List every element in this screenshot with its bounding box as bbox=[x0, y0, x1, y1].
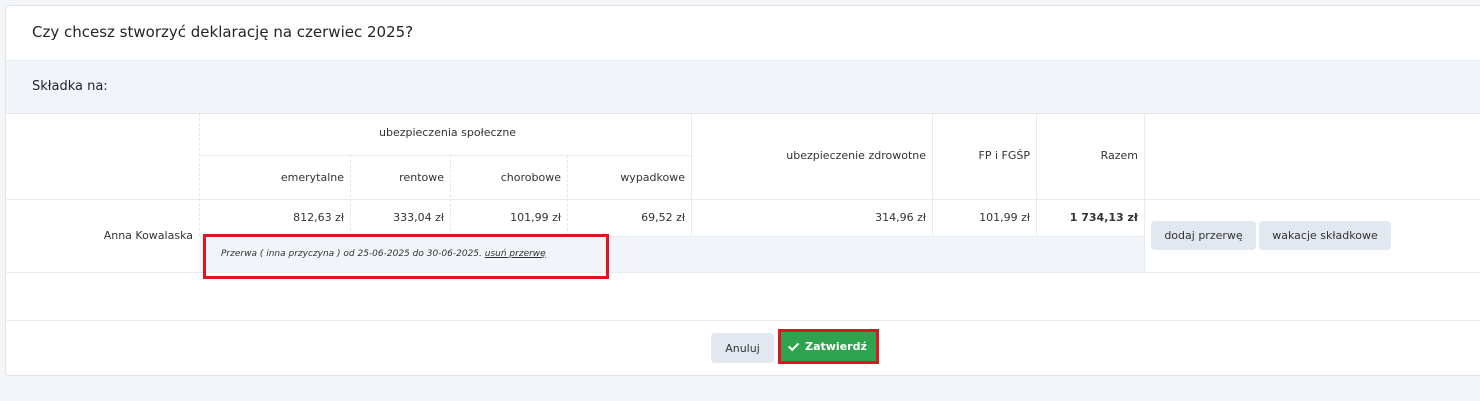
divider bbox=[450, 155, 451, 236]
confirm-button-highlight: Zatwierdź bbox=[778, 329, 879, 364]
footer-divider bbox=[5, 320, 1480, 321]
divider bbox=[5, 199, 1480, 200]
contribution-holiday-button[interactable]: wakacje składkowe bbox=[1259, 221, 1391, 250]
confirm-label: Zatwierdź bbox=[805, 340, 867, 353]
value-total: 1 734,13 zł bbox=[1069, 211, 1138, 224]
contribution-section-bar: Składka na: bbox=[6, 60, 1480, 114]
divider bbox=[1036, 113, 1037, 236]
header-chorobowe: chorobowe bbox=[500, 171, 561, 184]
header-wypadkowe: wypadkowe bbox=[620, 171, 685, 184]
confirm-button[interactable]: Zatwierdź bbox=[781, 332, 876, 361]
divider bbox=[567, 155, 568, 236]
value-rentowe: 333,04 zł bbox=[393, 211, 444, 224]
cancel-button[interactable]: Anuluj bbox=[711, 333, 774, 363]
header-health-insurance: ubezpieczenie zdrowotne bbox=[786, 149, 926, 162]
value-fp: 101,99 zł bbox=[979, 211, 1030, 224]
divider bbox=[691, 113, 692, 236]
header-social-insurance: ubezpieczenia społeczne bbox=[379, 126, 517, 139]
header-fp-fgsp: FP i FGŚP bbox=[978, 149, 1030, 162]
highlight-box bbox=[203, 234, 609, 279]
divider bbox=[350, 155, 351, 236]
value-chorobowe: 101,99 zł bbox=[510, 211, 561, 224]
value-zdrowotne: 314,96 zł bbox=[875, 211, 926, 224]
check-icon bbox=[788, 339, 800, 351]
header-total: Razem bbox=[1100, 149, 1138, 162]
header-rentowe: rentowe bbox=[399, 171, 444, 184]
employee-name: Anna Kowalaska bbox=[103, 229, 193, 242]
add-break-button[interactable]: dodaj przerwę bbox=[1151, 221, 1256, 250]
divider bbox=[1144, 113, 1145, 273]
value-emerytalne: 812,63 zł bbox=[293, 211, 344, 224]
header-emerytalne: emerytalne bbox=[280, 171, 344, 184]
dialog-title: Czy chcesz stworzyć deklarację na czerwi… bbox=[32, 23, 414, 41]
value-wypadkowe: 69,52 zł bbox=[641, 211, 685, 224]
section-label: Składka na: bbox=[32, 79, 108, 94]
dialog-header: Czy chcesz stworzyć deklarację na czerwi… bbox=[6, 6, 1480, 60]
divider bbox=[199, 113, 200, 236]
divider bbox=[200, 155, 692, 156]
divider bbox=[932, 113, 933, 236]
